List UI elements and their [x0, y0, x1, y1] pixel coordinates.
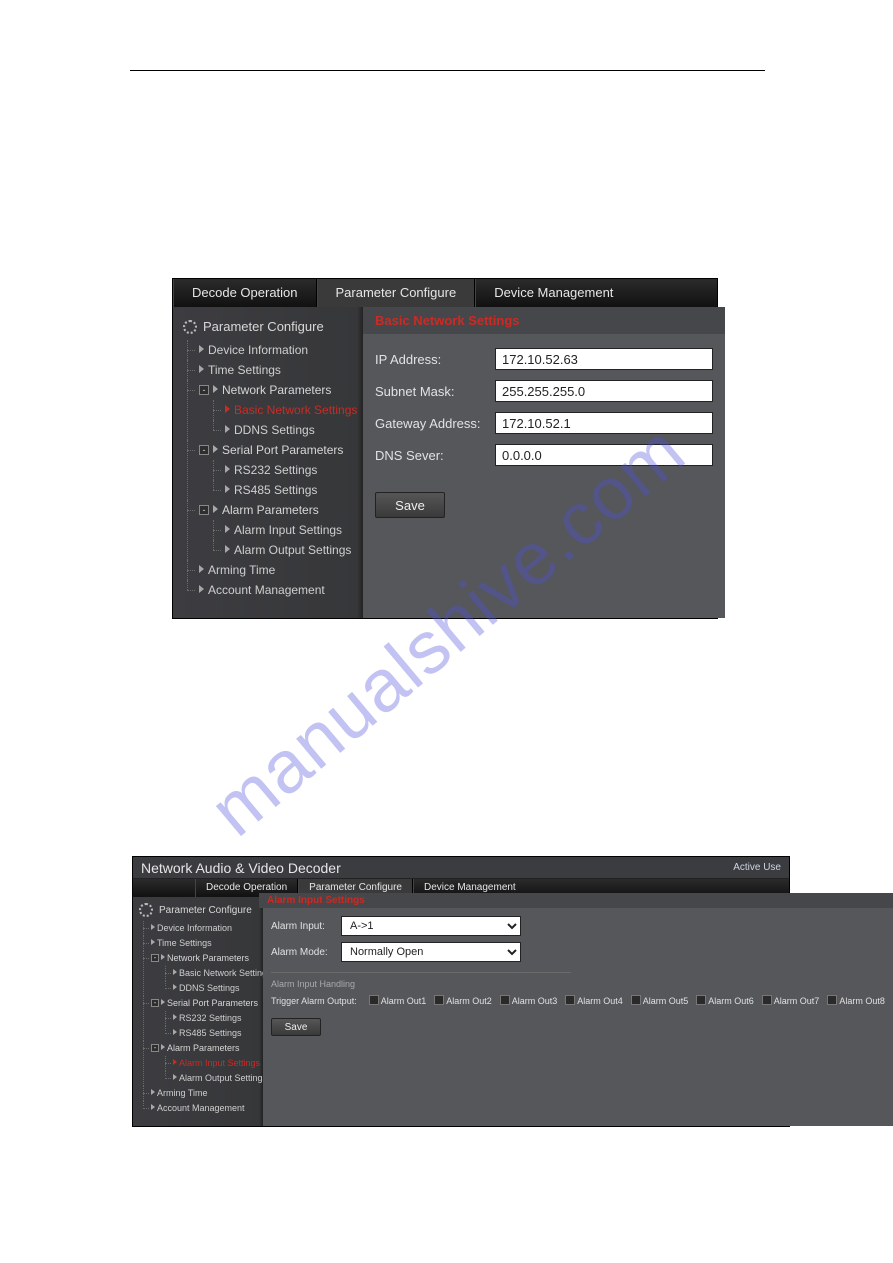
sidebar: Parameter Configure Device Information T… — [173, 307, 363, 618]
subnet-label: Subnet Mask: — [375, 384, 495, 399]
alarm-out7-checkbox[interactable] — [762, 995, 772, 1005]
alarm-input-label: Alarm Input: — [271, 921, 341, 932]
sidebar2-device-info[interactable]: Device Information — [139, 921, 261, 936]
sidebar-2: Parameter Configure Device Information T… — [133, 897, 263, 1126]
alarm-out6-label: Alarm Out6 — [708, 996, 754, 1006]
sidebar2-serial-port[interactable]: -Serial Port Parameters RS232 Settings R… — [139, 996, 261, 1041]
sidebar2-basic-network[interactable]: Basic Network Settings — [161, 966, 261, 981]
alarm-out5-checkbox[interactable] — [631, 995, 641, 1005]
ip-label: IP Address: — [375, 352, 495, 367]
alarm-mode-label: Alarm Mode: — [271, 947, 341, 958]
alarm-out1-label: Alarm Out1 — [381, 996, 427, 1006]
sidebar2-alarm-params[interactable]: -Alarm Parameters Alarm Input Settings A… — [139, 1041, 261, 1086]
titlebar: Network Audio & Video Decoder Active Use — [133, 857, 789, 879]
sidebar-item-time-settings[interactable]: Time Settings — [183, 360, 357, 380]
tree-root-2[interactable]: Parameter Configure — [139, 903, 261, 917]
sidebar2-alarm-in[interactable]: Alarm Input Settings — [161, 1056, 261, 1071]
network-settings-panel: Decode Operation Parameter Configure Dev… — [172, 278, 718, 619]
dns-input[interactable] — [495, 444, 713, 466]
alarm-out1-checkbox[interactable] — [369, 995, 379, 1005]
sidebar-item-rs485[interactable]: RS485 Settings — [209, 480, 357, 500]
sidebar-item-network-params[interactable]: -Network Parameters Basic Network Settin… — [183, 380, 357, 440]
tab-decode-operation[interactable]: Decode Operation — [173, 279, 317, 307]
alarm-out4-checkbox[interactable] — [565, 995, 575, 1005]
save-button[interactable]: Save — [375, 492, 445, 518]
sidebar-item-alarm-out[interactable]: Alarm Output Settings — [209, 540, 357, 560]
alarm-out7-label: Alarm Out7 — [774, 996, 820, 1006]
content-area-2: Alarm Input Settings Alarm Input: A->1 A… — [263, 897, 893, 1126]
ip-input[interactable] — [495, 348, 713, 370]
alarm-handling-section: Alarm Input Handling — [271, 972, 571, 989]
alarm-out3-label: Alarm Out3 — [512, 996, 558, 1006]
tab-device-management[interactable]: Device Management — [475, 279, 631, 307]
sidebar-item-rs232[interactable]: RS232 Settings — [209, 460, 357, 480]
sidebar2-ddns[interactable]: DDNS Settings — [161, 981, 261, 996]
gateway-label: Gateway Address: — [375, 416, 495, 431]
alarm-out8-label: Alarm Out8 — [839, 996, 885, 1006]
alarm-out2-checkbox[interactable] — [434, 995, 444, 1005]
sidebar-item-device-info[interactable]: Device Information — [183, 340, 357, 360]
alarm-input-panel: Network Audio & Video Decoder Active Use… — [132, 856, 790, 1127]
sidebar-item-basic-network[interactable]: Basic Network Settings — [209, 400, 357, 420]
content-title: Basic Network Settings — [363, 307, 725, 334]
app-title: Network Audio & Video Decoder — [141, 860, 341, 876]
page-top-rule — [130, 70, 765, 71]
gateway-input[interactable] — [495, 412, 713, 434]
alarm-out2-label: Alarm Out2 — [446, 996, 492, 1006]
tree-root-label: Parameter Configure — [203, 319, 324, 334]
sidebar2-alarm-out[interactable]: Alarm Output Settings — [161, 1071, 261, 1086]
alarm-out4-label: Alarm Out4 — [577, 996, 623, 1006]
sidebar-item-serial-port[interactable]: -Serial Port Parameters RS232 Settings R… — [183, 440, 357, 500]
save-button-2[interactable]: Save — [271, 1018, 321, 1036]
alarm-mode-select[interactable]: Normally Open — [341, 942, 521, 962]
alarm-out3-checkbox[interactable] — [500, 995, 510, 1005]
active-user: Active Use — [733, 862, 781, 873]
sidebar2-arming-time[interactable]: Arming Time — [139, 1086, 261, 1101]
gear-icon — [139, 903, 153, 917]
tab-bar: Decode Operation Parameter Configure Dev… — [173, 279, 717, 307]
content-area: Basic Network Settings IP Address: Subne… — [363, 307, 725, 618]
subnet-input[interactable] — [495, 380, 713, 402]
alarm-out6-checkbox[interactable] — [696, 995, 706, 1005]
sidebar-item-alarm-params[interactable]: -Alarm Parameters Alarm Input Settings A… — [183, 500, 357, 560]
alarm-input-select[interactable]: A->1 — [341, 916, 521, 936]
sidebar2-time-settings[interactable]: Time Settings — [139, 936, 261, 951]
alarm-out5-label: Alarm Out5 — [643, 996, 689, 1006]
dns-label: DNS Sever: — [375, 448, 495, 463]
sidebar-item-alarm-in[interactable]: Alarm Input Settings — [209, 520, 357, 540]
sidebar2-network-params[interactable]: -Network Parameters Basic Network Settin… — [139, 951, 261, 996]
tree-root[interactable]: Parameter Configure — [183, 319, 357, 334]
tab-parameter-configure[interactable]: Parameter Configure — [317, 279, 476, 307]
trigger-label: Trigger Alarm Output: — [271, 996, 357, 1006]
gear-icon — [183, 320, 197, 334]
trigger-row: Trigger Alarm Output: Alarm Out1 Alarm O… — [271, 995, 885, 1006]
sidebar-item-account-mgmt[interactable]: Account Management — [183, 580, 357, 600]
sidebar2-rs232[interactable]: RS232 Settings — [161, 1011, 261, 1026]
sidebar2-rs485[interactable]: RS485 Settings — [161, 1026, 261, 1041]
sidebar-item-arming-time[interactable]: Arming Time — [183, 560, 357, 580]
sidebar2-account-mgmt[interactable]: Account Management — [139, 1101, 261, 1116]
content-title-2: Alarm Input Settings — [259, 893, 893, 908]
alarm-out8-checkbox[interactable] — [827, 995, 837, 1005]
sidebar-item-ddns[interactable]: DDNS Settings — [209, 420, 357, 440]
